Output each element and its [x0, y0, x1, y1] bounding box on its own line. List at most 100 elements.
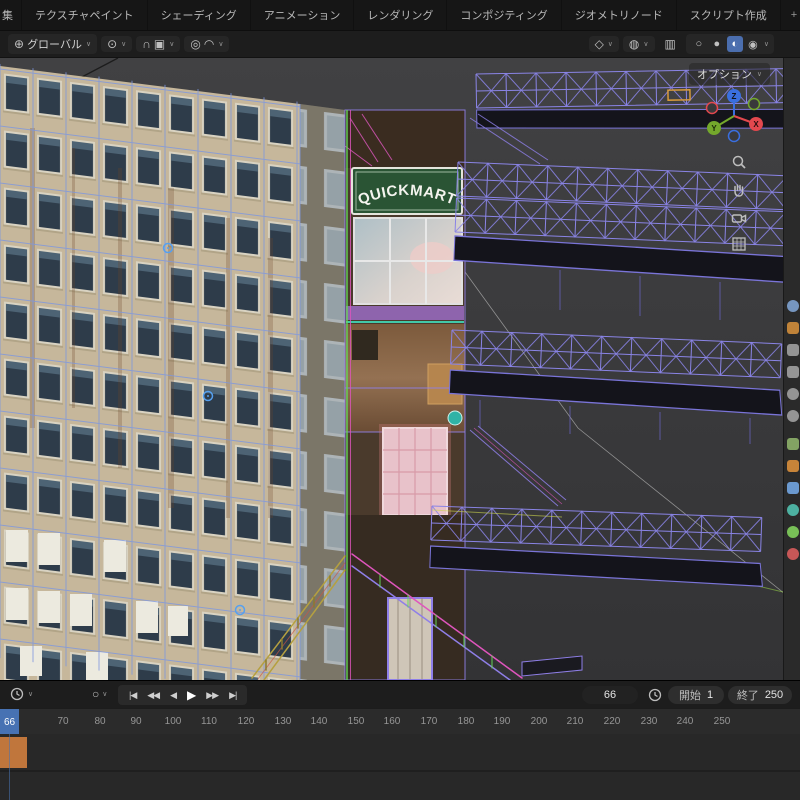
pivot-icon: ⊙ — [107, 38, 117, 50]
ruler-tick: 220 — [604, 716, 621, 727]
ruler-tick: 170 — [421, 716, 438, 727]
snapping-controls[interactable]: ∩ ▣ ∨ — [136, 36, 180, 52]
shading-material-button[interactable]: ◐ — [727, 36, 743, 52]
orientation-icon: ⊕ — [14, 38, 24, 50]
zoom-icon[interactable] — [727, 150, 751, 174]
ruler-tick: 180 — [458, 716, 475, 727]
orthographic-toggle-icon[interactable] — [727, 232, 751, 256]
shading-rendered-button[interactable]: ◉ — [745, 36, 761, 52]
3d-scene-render: QUICKMART — [0, 58, 800, 680]
play-button[interactable]: ▶ — [187, 689, 195, 701]
properties-tab-render-icon[interactable] — [787, 322, 799, 334]
ruler-tick: 240 — [677, 716, 694, 727]
gizmo-y-label: Y — [711, 124, 717, 133]
timeline-clock-icon[interactable] — [648, 688, 662, 702]
properties-tab-object-icon[interactable] — [787, 460, 799, 472]
properties-tab-material-icon[interactable] — [787, 548, 799, 560]
overlays-dropdown[interactable]: ◍ ∨ — [623, 36, 655, 52]
proportional-editing-controls[interactable]: ◎ ◠ ∨ — [184, 36, 229, 52]
current-frame-field[interactable]: 66 — [582, 686, 638, 704]
timeline-channel-region[interactable] — [0, 734, 800, 800]
gizmo-icon: ◇ — [595, 38, 604, 50]
properties-tab-tool-icon[interactable] — [787, 300, 799, 312]
camera-view-icon[interactable] — [727, 206, 751, 230]
workspace-tab-texture-paint[interactable]: テクスチャペイント — [22, 0, 148, 30]
gizmo-x-label: X — [753, 120, 759, 129]
properties-tab-data-icon[interactable] — [787, 526, 799, 538]
chevron-down-icon: ∨ — [169, 41, 174, 48]
properties-tab-scene-icon[interactable] — [787, 388, 799, 400]
pan-hand-icon[interactable] — [727, 178, 751, 202]
ruler-tick: 120 — [238, 716, 255, 727]
ruler-tick: 200 — [531, 716, 548, 727]
chevron-down-icon: ∨ — [757, 71, 762, 78]
xray-icon: ▥ — [665, 38, 676, 50]
summary-channel-block[interactable] — [0, 737, 27, 768]
chevron-down-icon: ∨ — [218, 41, 223, 48]
ruler-tick: 80 — [94, 716, 105, 727]
frame-start-label: 開始 — [679, 687, 701, 703]
properties-tab-collection-icon[interactable] — [787, 438, 799, 450]
magnet-icon: ∩ — [142, 38, 151, 50]
auto-keyframe-toggle[interactable]: ○ ∨ — [92, 687, 107, 701]
shading-wireframe-button[interactable]: ○ — [691, 36, 707, 52]
overlays-icon: ◍ — [629, 38, 639, 50]
chevron-down-icon: ∨ — [86, 41, 91, 48]
show-gizmo-dropdown[interactable]: ◇ ∨ — [589, 36, 619, 52]
ruler-tick: 110 — [201, 716, 217, 727]
chevron-down-icon: ∨ — [643, 41, 648, 48]
chevron-down-icon: ∨ — [121, 41, 126, 48]
proportional-editing-icon: ◎ — [190, 38, 200, 50]
chevron-down-icon: ∨ — [102, 691, 107, 698]
properties-tab-modifiers-icon[interactable] — [787, 482, 799, 494]
add-workspace-button[interactable]: + — [781, 0, 800, 30]
playhead-frame-indicator[interactable]: 66 — [0, 709, 19, 735]
navigation-gizmo[interactable]: Z X Y — [704, 86, 764, 146]
ruler-tick: 100 — [165, 716, 182, 727]
ruler-tick: 230 — [641, 716, 658, 727]
ruler-tick: 210 — [567, 716, 584, 727]
properties-tab-particles-icon[interactable] — [787, 504, 799, 516]
options-label: オプション — [697, 66, 752, 82]
editor-type-dropdown[interactable]: ∨ — [10, 687, 33, 701]
workspace-tab-shading[interactable]: シェーディング — [148, 0, 251, 30]
jump-to-end-button[interactable]: ▶| — [229, 691, 236, 700]
xray-toggle[interactable]: ▥ — [659, 36, 682, 52]
properties-tab-view-layer-icon[interactable] — [787, 366, 799, 378]
timeline-header: ∨ ○ ∨ |◀ ◀◀ ◀ ▶ ▶▶ ▶| 66 開始 1 終了 250 — [0, 680, 800, 709]
workspace-tab-geometry-nodes[interactable]: ジオメトリノード — [562, 0, 677, 30]
snap-target-icon: ▣ — [154, 38, 165, 50]
frame-end-label: 終了 — [737, 687, 759, 703]
proportional-falloff-icon: ◠ — [204, 38, 214, 50]
shading-solid-button[interactable]: ● — [709, 36, 725, 52]
3d-viewport[interactable]: QUICKMART — [0, 58, 800, 680]
ruler-tick: 160 — [384, 716, 401, 727]
ruler-tick: 70 — [57, 716, 68, 727]
workspace-tab-animation[interactable]: アニメーション — [251, 0, 355, 30]
clock-icon — [10, 687, 24, 701]
jump-to-start-button[interactable]: |◀ — [129, 691, 136, 700]
properties-tab-output-icon[interactable] — [787, 344, 799, 356]
ruler-tick: 130 — [275, 716, 292, 727]
workspace-tab-compositing[interactable]: コンポジティング — [447, 0, 561, 30]
options-dropdown[interactable]: オプション ∨ — [689, 63, 770, 85]
properties-tab-world-icon[interactable] — [787, 410, 799, 422]
frame-end-field[interactable]: 終了 250 — [728, 686, 792, 704]
transform-orientation-dropdown[interactable]: ⊕ グローバル ∨ — [8, 34, 97, 54]
workspace-tab-scripting[interactable]: スクリプト作成 — [677, 0, 781, 30]
workspace-tab-uv-edit[interactable]: 集 — [0, 0, 22, 30]
previous-keyframe-button[interactable]: ◀◀ — [147, 691, 159, 700]
pivot-point-dropdown[interactable]: ⊙ ∨ — [101, 36, 132, 52]
chevron-down-icon: ∨ — [28, 691, 33, 698]
ruler-tick: 190 — [494, 716, 511, 727]
frame-start-value: 1 — [707, 689, 713, 701]
ruler-tick: 250 — [714, 716, 731, 727]
play-reverse-button[interactable]: ◀ — [170, 691, 176, 700]
next-keyframe-button[interactable]: ▶▶ — [206, 691, 218, 700]
frame-start-field[interactable]: 開始 1 — [668, 686, 724, 704]
playback-transport: |◀ ◀◀ ◀ ▶ ▶▶ ▶| — [118, 685, 247, 705]
channel-divider — [0, 770, 800, 772]
workspace-tab-rendering[interactable]: レンダリング — [354, 0, 447, 30]
timeline-ruler[interactable]: 70 80 90 100 110 120 130 140 150 160 170… — [0, 708, 800, 735]
viewport-shading-group: ○ ● ◐ ◉ ∨ — [686, 34, 774, 54]
